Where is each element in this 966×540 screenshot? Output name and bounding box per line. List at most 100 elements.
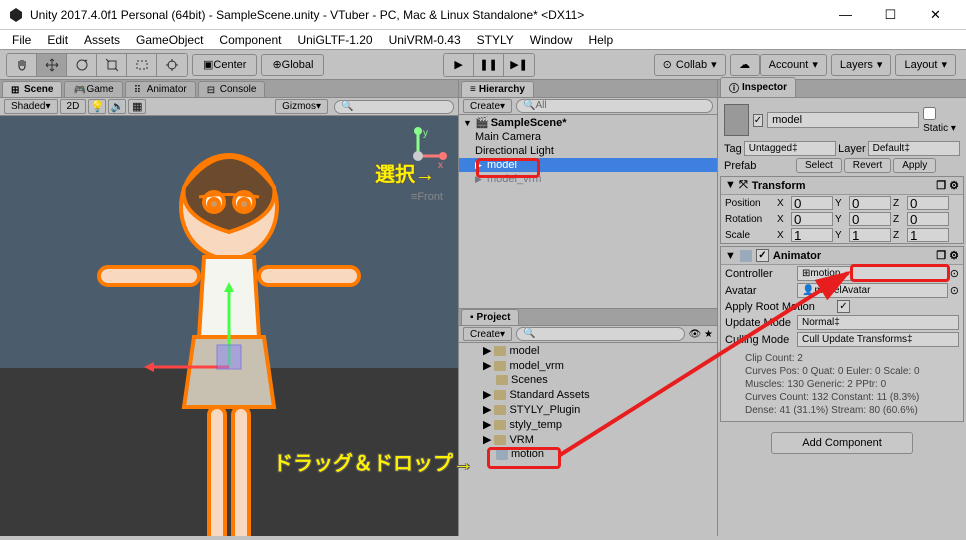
folder-vrm[interactable]: ▶VRM	[479, 432, 717, 447]
menu-unigltf[interactable]: UniGLTF-1.20	[291, 31, 378, 49]
folder-styly-plugin[interactable]: ▶STYLY_Plugin	[479, 402, 717, 417]
toggle-2d[interactable]: 2D	[60, 99, 87, 114]
folder-styly-temp[interactable]: ▶styly_temp	[479, 417, 717, 432]
maximize-button[interactable]: ☐	[868, 1, 913, 29]
tag-dropdown[interactable]: Untagged ‡	[744, 141, 836, 156]
scale-tool[interactable]	[97, 54, 127, 76]
layers-dropdown[interactable]: Layers ▾	[831, 54, 892, 76]
scene-fx-toggle[interactable]: ▦	[128, 99, 146, 114]
scene-audio-toggle[interactable]: 🔊	[108, 99, 126, 114]
root-motion-checkbox[interactable]: ✓	[837, 300, 850, 313]
pause-button[interactable]: ❚❚	[474, 54, 504, 76]
cloud-button[interactable]: ☁	[730, 54, 760, 76]
rotation-mode[interactable]: ⊕ Global	[261, 54, 324, 76]
scene-viewport[interactable]: y x ≡Front	[0, 116, 458, 536]
transform-tool[interactable]	[157, 54, 187, 76]
step-button[interactable]: ▶❚	[504, 54, 534, 76]
scene-light-toggle[interactable]: 💡	[88, 99, 106, 114]
project-filter-icons[interactable]: 👁 ★	[689, 329, 713, 340]
scale-x[interactable]	[791, 228, 833, 242]
move-tool[interactable]	[37, 54, 67, 76]
rot-y[interactable]	[849, 212, 891, 226]
avatar-field[interactable]: 👤 modelAvatar	[797, 283, 948, 298]
menu-styly[interactable]: STYLY	[471, 31, 520, 49]
shading-mode[interactable]: Shaded ▾	[4, 99, 58, 114]
layout-dropdown[interactable]: Layout ▾	[895, 54, 956, 76]
prefab-select[interactable]: Select	[796, 158, 842, 173]
controller-field[interactable]: ⊞ motion	[797, 266, 948, 281]
rotate-tool[interactable]	[67, 54, 97, 76]
pos-x[interactable]	[791, 196, 833, 210]
minimize-button[interactable]: —	[823, 1, 868, 29]
scale-z[interactable]	[907, 228, 949, 242]
tab-console[interactable]: ⊟Console	[198, 81, 266, 97]
menu-edit[interactable]: Edit	[41, 31, 74, 49]
gameobject-icon[interactable]	[724, 104, 749, 136]
animator-header[interactable]: ▼ ✓ Animator❐ ⚙	[721, 247, 963, 265]
hierarchy-item-camera[interactable]: Main Camera	[459, 130, 717, 144]
update-mode-dropdown[interactable]: Normal ‡	[797, 315, 959, 330]
project-tree[interactable]: ▶model ▶model_vrm Scenes ▶Standard Asset…	[459, 343, 717, 536]
tab-game[interactable]: 🎮Game	[64, 81, 122, 97]
controller-picker[interactable]: ⊙	[950, 267, 959, 280]
static-checkbox[interactable]: Static ▾	[923, 107, 960, 134]
project-create[interactable]: Create ▾	[463, 327, 512, 341]
tab-inspector[interactable]: ⓘ Inspector	[720, 77, 796, 97]
asset-motion[interactable]: motion	[479, 447, 717, 461]
menu-window[interactable]: Window	[524, 31, 579, 49]
gameobject-name-field[interactable]	[767, 112, 919, 128]
tab-animator[interactable]: ⠿Animator	[125, 81, 196, 97]
menu-univrm[interactable]: UniVRM-0.43	[383, 31, 467, 49]
menu-gameobject[interactable]: GameObject	[130, 31, 209, 49]
rot-x[interactable]	[791, 212, 833, 226]
hierarchy-tree[interactable]: ▼🎬 SampleScene* Main Camera Directional …	[459, 115, 717, 308]
pivot-mode[interactable]: ▣ Center	[192, 54, 257, 76]
collab-dropdown[interactable]: ⊙ Collab ▾	[654, 54, 726, 76]
layer-dropdown[interactable]: Default ‡	[868, 141, 960, 156]
avatar-label: Avatar	[725, 285, 795, 297]
folder-model-vrm[interactable]: ▶model_vrm	[479, 358, 717, 373]
tab-project[interactable]: ▪ Project	[461, 309, 519, 325]
animator-icon: ⠿	[134, 85, 144, 95]
scene-search[interactable]: 🔍	[334, 100, 454, 114]
culling-dropdown[interactable]: Cull Update Transforms ‡	[797, 332, 959, 347]
folder-icon	[494, 346, 506, 356]
gizmos-dropdown[interactable]: Gizmos ▾	[275, 99, 328, 114]
hierarchy-item-light[interactable]: Directional Light	[459, 144, 717, 158]
hierarchy-item-model-vrm[interactable]: ▶model_vrm	[459, 172, 717, 186]
menu-component[interactable]: Component	[213, 31, 287, 49]
tab-hierarchy[interactable]: ≡ Hierarchy	[461, 81, 534, 97]
play-button[interactable]: ▶	[444, 54, 474, 76]
project-search[interactable]: 🔍	[516, 327, 685, 341]
folder-scenes[interactable]: Scenes	[479, 373, 717, 387]
avatar-picker[interactable]: ⊙	[950, 284, 959, 297]
transform-header[interactable]: ▼ ⤧ Transform❐ ⚙	[721, 177, 963, 195]
prefab-revert[interactable]: Revert	[844, 158, 891, 173]
menu-assets[interactable]: Assets	[78, 31, 126, 49]
scale-y[interactable]	[849, 228, 891, 242]
animator-enabled[interactable]: ✓	[756, 249, 769, 262]
add-component-button[interactable]: Add Component	[771, 432, 913, 454]
rect-tool[interactable]	[127, 54, 157, 76]
folder-standard-assets[interactable]: ▶Standard Assets	[479, 387, 717, 402]
pos-z[interactable]	[907, 196, 949, 210]
animator-controller-icon	[496, 448, 508, 460]
folder-model[interactable]: ▶model	[479, 343, 717, 358]
hierarchy-create[interactable]: Create ▾	[463, 99, 512, 113]
tab-scene[interactable]: ⊞Scene	[2, 81, 62, 97]
account-dropdown[interactable]: Account ▾	[760, 54, 827, 76]
gameobject-active-checkbox[interactable]: ✓	[753, 114, 763, 127]
rot-z[interactable]	[907, 212, 949, 226]
scene-root[interactable]: ▼🎬 SampleScene*	[459, 115, 717, 130]
close-button[interactable]: ✕	[913, 1, 958, 29]
hand-tool[interactable]	[7, 54, 37, 76]
hierarchy-item-model[interactable]: ▶model	[459, 158, 717, 172]
hierarchy-search[interactable]: 🔍All	[516, 99, 713, 113]
pos-y[interactable]	[849, 196, 891, 210]
folder-icon	[496, 375, 508, 385]
menu-file[interactable]: File	[6, 31, 37, 49]
prefab-apply[interactable]: Apply	[893, 158, 936, 173]
axis-gizmo-icon[interactable]: y x	[388, 126, 448, 186]
folder-icon	[494, 390, 506, 400]
menu-help[interactable]: Help	[582, 31, 619, 49]
